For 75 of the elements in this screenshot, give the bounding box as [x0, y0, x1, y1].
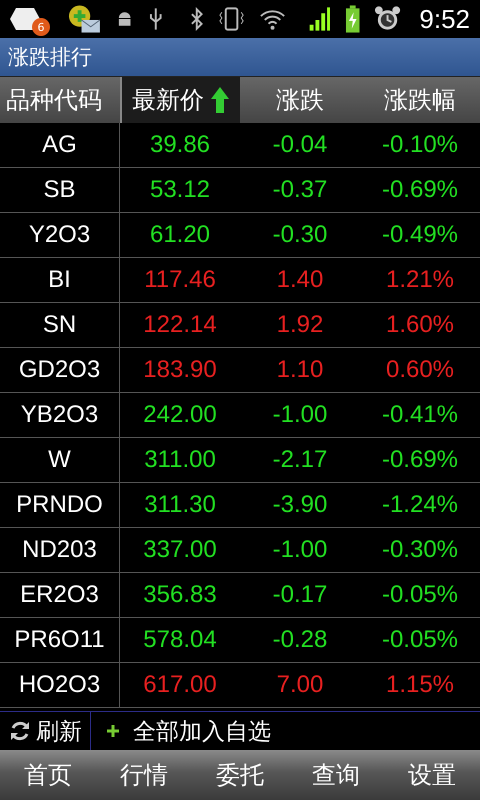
table-cell-text: 61.20 — [148, 220, 212, 250]
nav-tab[interactable]: 设置 — [384, 750, 480, 800]
bluetooth-icon — [190, 7, 204, 31]
table-cell-text: -0.30 — [272, 220, 328, 250]
column-header[interactable]: 涨跌 — [240, 77, 360, 123]
table-cell-text: -0.41% — [380, 400, 460, 430]
plus-icon — [107, 725, 119, 737]
table-cell-text: -2.17 — [272, 445, 328, 475]
table-cell: ND203 — [0, 528, 120, 572]
table-cell-text: -0.28 — [272, 625, 328, 655]
table-cell-text: 7.00 — [276, 670, 324, 700]
table-cell-text: -0.30% — [380, 535, 460, 565]
table-cell-text: 0.60% — [384, 355, 456, 385]
table-cell-text: 53.12 — [148, 175, 212, 205]
table-cell-text: -1.00 — [272, 535, 328, 565]
table-cell: PRNDO — [0, 483, 120, 527]
battery-icon — [344, 5, 360, 33]
nav-tab[interactable]: 委托 — [192, 750, 288, 800]
table-cell: BI — [0, 258, 120, 302]
table-cell: W — [0, 438, 120, 482]
table-cell-text: -0.69% — [380, 175, 460, 205]
table-cell-text: 183.90 — [142, 355, 218, 385]
table-cell-text: 356.83 — [142, 580, 218, 610]
table-cell-text: 117.46 — [143, 265, 217, 295]
table-cell-text: -0.37 — [272, 175, 328, 205]
table-cell-text: -1.24% — [380, 490, 460, 520]
table-cell-text: 311.00 — [143, 445, 217, 475]
table-cell-text: -0.69% — [380, 445, 460, 475]
table-cell-text: 337.00 — [142, 535, 218, 565]
clock-time: 9:52 — [419, 4, 470, 34]
nav-tab[interactable]: 首页 — [0, 750, 96, 800]
table-cell-text: 1.15% — [384, 670, 456, 700]
table-cell-text: 39.86 — [148, 130, 212, 160]
table-cell: SN — [0, 303, 120, 347]
column-header[interactable]: 涨跌幅 — [360, 77, 480, 123]
table-cell: YB2O3 — [0, 393, 120, 437]
table-cell-text: 578.04 — [142, 625, 218, 655]
mail-icon — [68, 4, 102, 34]
notification-badge: 6 — [32, 18, 50, 36]
table-cell-text: 311.30 — [143, 490, 217, 520]
table-cell-text: -3.90 — [272, 490, 328, 520]
table-cell-text: 1.92 — [276, 310, 324, 340]
table-cell: HO2O3 — [0, 663, 120, 707]
table-cell-text: 1.40 — [276, 265, 324, 295]
column-header[interactable]: 最新价 — [120, 77, 240, 123]
table-cell-text: 122.14 — [142, 310, 218, 340]
column-header[interactable]: 品种代码 — [0, 77, 120, 123]
table-cell-text: -0.10% — [380, 130, 460, 160]
table-cell-text: 617.00 — [142, 670, 218, 700]
nav-tab[interactable]: 行情 — [96, 750, 192, 800]
vibrate-icon — [218, 6, 245, 32]
table-cell: ER2O3 — [0, 573, 120, 617]
wifi-icon — [258, 8, 286, 30]
nav-tab[interactable]: 查询 — [288, 750, 384, 800]
table-cell: PR6O11 — [0, 618, 120, 662]
refresh-icon — [8, 719, 32, 743]
app-icon — [10, 6, 40, 32]
up-arrow-icon — [210, 86, 230, 114]
table-cell-text: 242.00 — [142, 400, 218, 430]
table-cell: Y2O3 — [0, 213, 120, 257]
add-all-button[interactable]: 全部加入自选 — [91, 712, 279, 750]
table-cell: GD2O3 — [0, 348, 120, 392]
table-cell-text: -0.04 — [272, 130, 328, 160]
table-cell: SB — [0, 168, 120, 212]
table-cell-text: 1.60% — [384, 310, 456, 340]
table-cell-text: -0.05% — [380, 625, 460, 655]
table-cell-text: 1.21% — [384, 265, 456, 295]
screen-title: 涨跌排行 — [8, 44, 92, 71]
table-cell-text: -0.05% — [380, 580, 460, 610]
table-cell-text: 1.10 — [276, 355, 324, 385]
usb-icon — [148, 6, 162, 32]
table-cell-text: -1.00 — [272, 400, 328, 430]
table-cell: AG — [0, 123, 120, 167]
table-cell-text: -0.17 — [272, 580, 328, 610]
table-cell-text: -0.49% — [380, 220, 460, 250]
